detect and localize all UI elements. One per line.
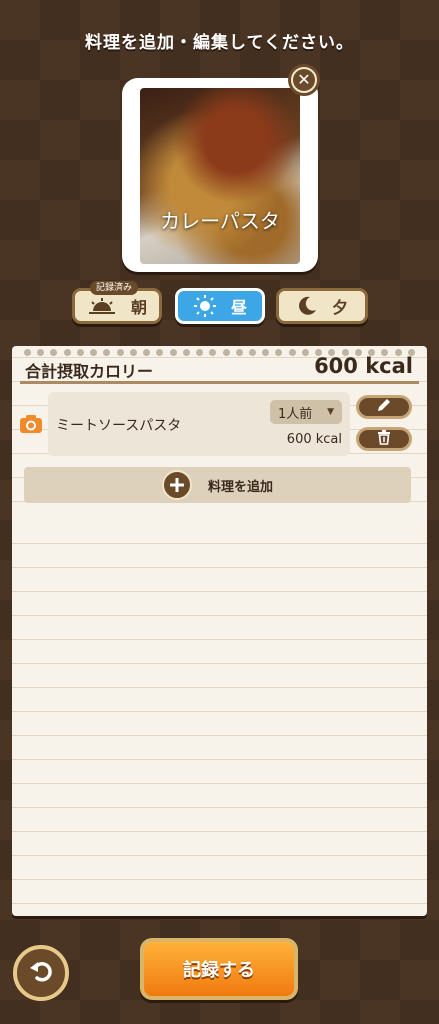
- sun-icon: [193, 294, 217, 318]
- recorded-badge: 記録済み: [90, 281, 139, 295]
- add-dish-label: 料理を追加: [207, 479, 273, 495]
- close-button[interactable]: ✕: [288, 64, 320, 96]
- tab-lunch[interactable]: 昼: [175, 288, 265, 324]
- dish-photo-card[interactable]: カレーパスタ: [122, 78, 318, 272]
- page-title: 料理を追加・編集してください。: [85, 33, 354, 53]
- record-button[interactable]: 記録する: [140, 938, 298, 1000]
- trash-icon: [376, 429, 392, 449]
- edit-button[interactable]: [356, 395, 412, 419]
- moon-icon: [296, 295, 318, 317]
- tab-breakfast-label: 朝: [130, 298, 147, 317]
- plus-icon: [161, 470, 192, 500]
- food-calories: 600 kcal: [286, 432, 342, 447]
- camera-icon[interactable]: [19, 414, 43, 438]
- back-button[interactable]: [13, 945, 69, 1001]
- add-dish-button[interactable]: 料理を追加: [24, 467, 411, 503]
- back-arrow-icon: [28, 958, 54, 988]
- close-icon: ✕: [293, 69, 315, 91]
- total-calories-value: 600 kcal: [314, 354, 413, 378]
- total-calories-label: 合計摂取カロリー: [25, 362, 154, 381]
- dish-photo-caption: カレーパスタ: [160, 209, 280, 233]
- food-name: ミートソースパスタ: [56, 418, 182, 434]
- divider: [20, 381, 419, 384]
- dish-photo: カレーパスタ: [140, 88, 300, 264]
- tab-dinner-label: 夕: [331, 298, 348, 317]
- pencil-icon: [376, 397, 392, 417]
- chevron-down-icon: ▼: [327, 407, 334, 417]
- tab-lunch-label: 昼: [230, 298, 247, 317]
- tab-dinner[interactable]: 夕: [276, 288, 368, 324]
- sunrise-icon: [87, 297, 117, 315]
- portion-value: 1人前: [278, 406, 313, 422]
- portion-select[interactable]: 1人前 ▼: [270, 400, 342, 424]
- delete-button[interactable]: [356, 427, 412, 451]
